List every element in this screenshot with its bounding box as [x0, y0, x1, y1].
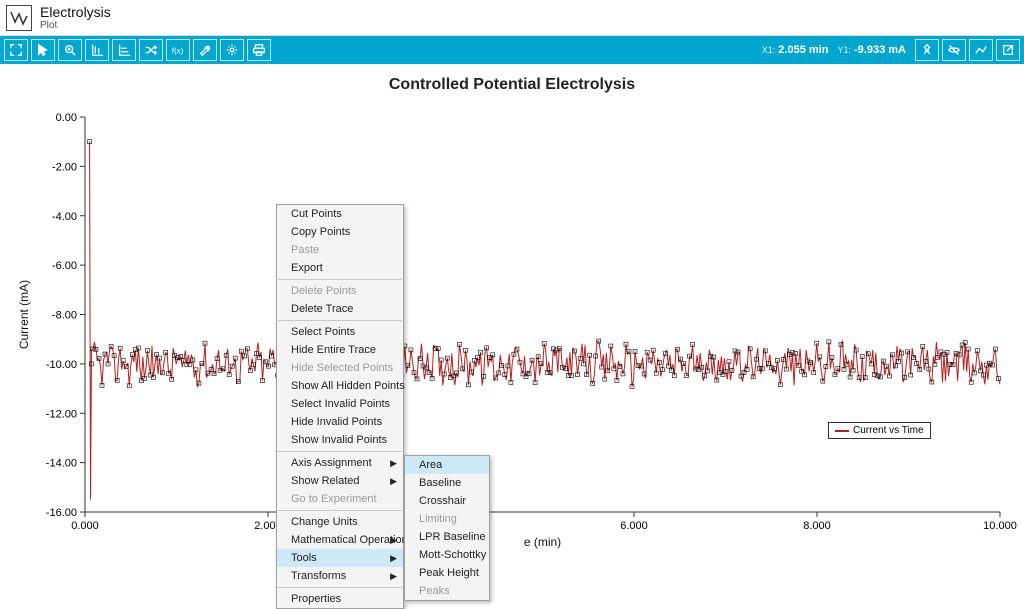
menu-item[interactable]: Tools▶ — [277, 549, 403, 567]
menu-item[interactable]: Hide Invalid Points — [277, 413, 403, 431]
title-text: Electrolysis Plot — [40, 4, 111, 31]
menu-item[interactable]: Delete Trace — [277, 300, 403, 318]
pointer-icon[interactable] — [31, 39, 55, 61]
svg-text:8.000: 8.000 — [803, 520, 831, 532]
readout-y: Y1: -9.933 mA — [837, 44, 906, 56]
menu-item: Hide Selected Points — [277, 359, 403, 377]
submenu-item[interactable]: Peak Height — [405, 564, 489, 582]
legend[interactable]: Current vs Time — [828, 422, 931, 439]
menu-item[interactable]: Change Units — [277, 513, 403, 531]
svg-text:f(x): f(x) — [172, 47, 184, 56]
legend-swatch — [835, 430, 849, 432]
print-icon[interactable] — [247, 39, 271, 61]
svg-text:6.000: 6.000 — [620, 520, 648, 532]
menu-item[interactable]: Export — [277, 259, 403, 277]
menu-item: Delete Points — [277, 282, 403, 300]
fx-icon[interactable]: f(x) — [166, 39, 190, 61]
submenu-item: Limiting — [405, 510, 489, 528]
context-submenu-tools[interactable]: AreaBaselineCrosshairLimitingLPR Baselin… — [404, 455, 490, 601]
menu-item[interactable]: Show Related▶ — [277, 472, 403, 490]
svg-text:-8.00: -8.00 — [52, 310, 77, 322]
toolbar: f(x) X1: 2.055 min Y1: -9.933 mA — [0, 36, 1024, 64]
readout-x: X1: 2.055 min — [762, 44, 829, 56]
svg-text:-6.00: -6.00 — [52, 260, 77, 272]
menu-item[interactable]: Show All Hidden Points — [277, 377, 403, 395]
axes-y-icon[interactable] — [85, 39, 109, 61]
chart-svg[interactable]: 0.00 -2.00 -4.00 -6.00 -8.00 -10.00 -12.00 -14.… — [0, 102, 1024, 572]
svg-text:-4.00: -4.00 — [52, 211, 77, 223]
chart-type-icon[interactable] — [969, 39, 993, 61]
menu-item[interactable]: Hide Entire Trace — [277, 341, 403, 359]
svg-text:10.000: 10.000 — [983, 520, 1017, 532]
svg-text:Current (mA): Current (mA) — [17, 280, 31, 349]
legend-label: Current vs Time — [853, 425, 924, 436]
popout-icon[interactable] — [996, 39, 1020, 61]
shuffle-icon[interactable] — [139, 39, 163, 61]
menu-item[interactable]: Mathematical Operations▶ — [277, 531, 403, 549]
menu-item[interactable]: Show Invalid Points — [277, 431, 403, 449]
menu-item[interactable]: Transforms▶ — [277, 567, 403, 585]
submenu-item: Peaks — [405, 582, 489, 600]
svg-text:-10.00: -10.00 — [46, 359, 77, 371]
menu-item[interactable]: Cut Points — [277, 205, 403, 223]
menu-item[interactable]: Select Invalid Points — [277, 395, 403, 413]
pin-icon[interactable] — [915, 39, 939, 61]
svg-text:-16.00: -16.00 — [46, 507, 77, 519]
menu-item[interactable]: Properties — [277, 590, 403, 608]
submenu-item[interactable]: Crosshair — [405, 492, 489, 510]
hide-icon[interactable] — [942, 39, 966, 61]
context-menu[interactable]: Cut PointsCopy PointsPasteExport Delete P… — [276, 204, 404, 609]
submenu-item[interactable]: Baseline — [405, 474, 489, 492]
chart-title: Controlled Potential Electrolysis — [0, 64, 1024, 94]
plot-area: Controlled Potential Electrolysis 0.00 -2… — [0, 64, 1024, 561]
menu-item[interactable]: Select Points — [277, 323, 403, 341]
submenu-item[interactable]: Area — [405, 456, 489, 474]
zoom-icon[interactable] — [58, 39, 82, 61]
svg-text:e (min): e (min) — [524, 535, 561, 549]
menu-item[interactable]: Axis Assignment▶ — [277, 454, 403, 472]
menu-item: Go to Experiment — [277, 490, 403, 508]
menu-item[interactable]: Copy Points — [277, 223, 403, 241]
title-bar: Electrolysis Plot — [0, 0, 1024, 36]
svg-text:-2.00: -2.00 — [52, 161, 77, 173]
svg-text:0.000: 0.000 — [71, 520, 99, 532]
axes-x-icon[interactable] — [112, 39, 136, 61]
window-subtitle: Plot — [40, 20, 111, 31]
gear-icon[interactable] — [220, 39, 244, 61]
menu-item: Paste — [277, 241, 403, 259]
svg-text:-12.00: -12.00 — [46, 408, 77, 420]
window-title: Electrolysis — [40, 4, 111, 20]
submenu-item[interactable]: Mott-Schottky — [405, 546, 489, 564]
wrench-icon[interactable] — [193, 39, 217, 61]
fit-icon[interactable] — [4, 39, 28, 61]
svg-text:0.00: 0.00 — [56, 112, 77, 124]
plot-logo-icon — [6, 5, 32, 31]
svg-text:-14.00: -14.00 — [46, 458, 77, 470]
submenu-item[interactable]: LPR Baseline — [405, 528, 489, 546]
